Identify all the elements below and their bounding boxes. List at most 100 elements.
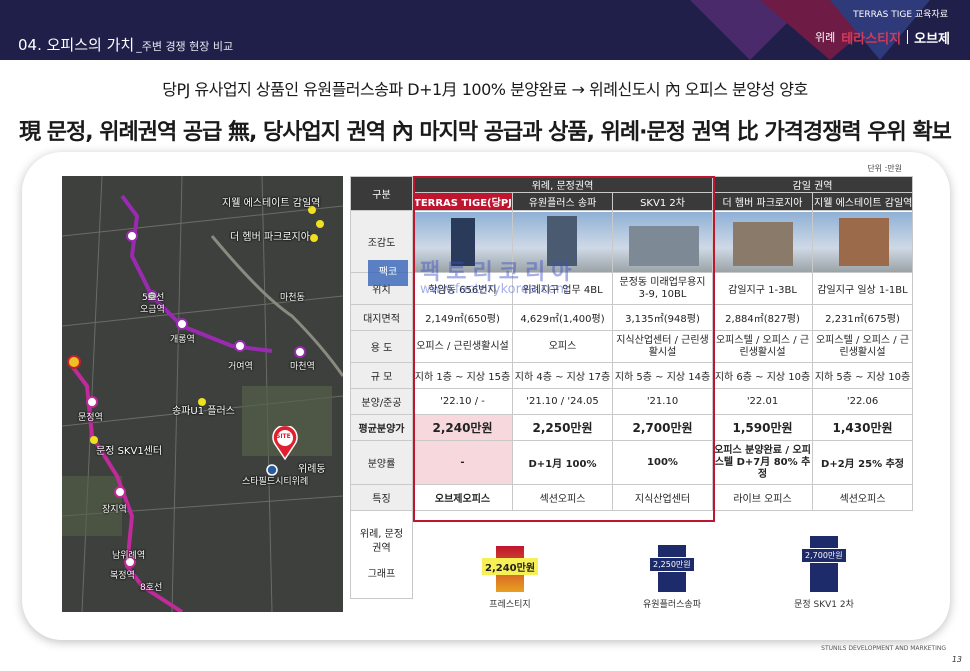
cell-feature: 섹션오피스 bbox=[512, 484, 613, 511]
row-label-location: 위치 bbox=[350, 272, 413, 305]
header-category: 구분 bbox=[350, 176, 413, 211]
header-project-hemver: 더 헴버 파크로지아 bbox=[712, 192, 814, 211]
map-label-munjeong: 문정역 bbox=[78, 413, 103, 423]
map-label-wirye-dong: 위례동 bbox=[298, 464, 326, 475]
header-project-yuwon: 유원플러스 송파 bbox=[512, 192, 613, 211]
row-label-photo: 조감도 bbox=[350, 210, 413, 273]
row-label-scale: 규 모 bbox=[350, 362, 413, 389]
unit-label: 단위 :만원 bbox=[867, 164, 902, 173]
footer-company: STUNILS DEVELOPMENT AND MARKETING bbox=[821, 645, 946, 652]
cell-use: 오피스 / 근린생활시설 bbox=[412, 330, 513, 363]
map-label-line8: 8호선 bbox=[140, 583, 163, 593]
cell-feature: 오브제오피스 bbox=[412, 484, 513, 511]
cell-location: 문정동 미래업무용지 3-9, 10BL bbox=[611, 272, 714, 305]
cell-rate: 오피스 분양완료 / 오피스텔 D+7月 80% 추정 bbox=[712, 440, 814, 485]
header-project-skv1: SKV1 2차 bbox=[611, 192, 714, 211]
brand-logo: 위례 테라스티지 오브제 bbox=[815, 28, 950, 47]
row-label-price: 평균분양가 bbox=[350, 414, 413, 441]
cell-rate: 100% bbox=[611, 440, 714, 485]
map-label-songpa-u1: 송파U1 플러스 bbox=[172, 406, 235, 417]
cell-date: '22.01 bbox=[712, 388, 814, 415]
chart-category-label: 유원플러스송파 bbox=[643, 600, 701, 610]
brand-divider bbox=[907, 30, 909, 44]
map-label-namwirye: 남위례역 bbox=[112, 551, 146, 561]
chart-bar bbox=[810, 536, 838, 592]
row-label-land: 대지면적 bbox=[350, 304, 413, 331]
header-bar: 04. 오피스의 가치 _주변 경쟁 현장 비교 TERRAS TIGE 교육자료… bbox=[0, 0, 970, 60]
page-title: 04. 오피스의 가치 _주변 경쟁 현장 비교 bbox=[18, 36, 234, 54]
doc-label: TERRAS TIGE 교육자료 bbox=[853, 10, 948, 20]
cell-feature: 라이브 오피스 bbox=[712, 484, 814, 511]
cell-land: 2,149㎡(650평) bbox=[412, 304, 513, 331]
graph-label-line2: 권역 bbox=[372, 542, 391, 554]
cell-land: 4,629㎡(1,400평) bbox=[512, 304, 613, 331]
chart-value-label: 2,700만원 bbox=[801, 548, 847, 563]
header-project-terras: TERRAS TIGE(당PJ) bbox=[412, 192, 513, 211]
page-number: 13 bbox=[951, 655, 962, 664]
map-label-macheon: 마천역 bbox=[290, 362, 315, 372]
map-label-starfield: 스타필드시티위례 bbox=[242, 477, 309, 487]
cell-date: '21.10 bbox=[611, 388, 714, 415]
cell-scale: 지하 1층 ~ 지상 15층 bbox=[412, 362, 513, 389]
cell-rate: D+2月 25% 추정 bbox=[812, 440, 914, 485]
map-label-jiwell: 지웰 에스테이트 감일역 bbox=[222, 198, 321, 209]
map-label-macheon-dong: 마천동 bbox=[280, 293, 305, 303]
row-label-feature: 특징 bbox=[350, 484, 413, 511]
cell-use: 지식산업센터 / 근린생활시설 bbox=[611, 330, 714, 363]
cell-use: 오피스텔 / 오피스 / 근린생활시설 bbox=[812, 330, 914, 363]
chart-category-label: 프레스티지 bbox=[489, 600, 531, 610]
map-label-jangji: 장지역 bbox=[102, 505, 127, 515]
cell-price: 1,590만원 bbox=[712, 414, 814, 441]
cell-land: 2,884㎡(827평) bbox=[712, 304, 814, 331]
cell-scale: 지하 5층 ~ 지상 14층 bbox=[611, 362, 714, 389]
cell-use: 오피스 bbox=[512, 330, 613, 363]
photo-skv1 bbox=[611, 210, 714, 273]
price-bar-chart: 2,240만원 프레스티지 2,250만원 유원플러스송파 2,700만원 문정 SKV1… bbox=[410, 526, 912, 612]
photo-jiwell bbox=[812, 210, 914, 273]
chart-category-label: 문정 SKV1 2차 bbox=[794, 600, 854, 610]
cell-feature: 지식산업센터 bbox=[611, 484, 714, 511]
header-project-jiwell: 지웰 에스테이트 감일역 bbox=[812, 192, 914, 211]
map-label-bokjeong: 복정역 bbox=[110, 571, 135, 581]
cell-rate: - bbox=[412, 440, 513, 485]
cell-price: 2,250만원 bbox=[512, 414, 613, 441]
page-subtitle: _주변 경쟁 현장 비교 bbox=[136, 40, 234, 53]
cell-land: 3,135㎡(948평) bbox=[611, 304, 714, 331]
cell-date: '22.10 / - bbox=[412, 388, 513, 415]
row-label-graph: 위례, 문정 권역 그래프 bbox=[350, 510, 413, 599]
cell-location: 감일지구 1-3BL bbox=[712, 272, 814, 305]
row-label-rate: 분양률 bbox=[350, 440, 413, 485]
satellite-map: 지웰 에스테이트 감일역 더 헴버 파크로지아 송파U1 플러스 문정 SKV1… bbox=[62, 176, 343, 612]
cell-date: '21.10 / '24.05 bbox=[512, 388, 613, 415]
photo-hemver bbox=[712, 210, 814, 273]
cell-location: 위례지구 업무 4BL bbox=[512, 272, 613, 305]
cell-rate: D+1月 100% bbox=[512, 440, 613, 485]
cell-feature: 섹션오피스 bbox=[812, 484, 914, 511]
site-pin-icon: SITE bbox=[272, 424, 298, 461]
map-label-ogeum: 오금역 bbox=[140, 305, 165, 315]
map-label-geoyeo: 거여역 bbox=[228, 362, 253, 372]
map-label-skv1: 문정 SKV1센터 bbox=[96, 446, 163, 457]
photo-yuwon bbox=[512, 210, 613, 273]
site-pin-label: SITE bbox=[276, 433, 291, 440]
brand-obje: 오브제 bbox=[914, 31, 950, 47]
map-label-hemver: 더 헴버 파크로지아 bbox=[230, 232, 310, 243]
cell-scale: 지하 5층 ~ 지상 10층 bbox=[812, 362, 914, 389]
cell-location: 감일지구 일상 1-1BL bbox=[812, 272, 914, 305]
graph-label-line3: 그래프 bbox=[367, 568, 396, 580]
cell-scale: 지하 4층 ~ 지상 17층 bbox=[512, 362, 613, 389]
headline-primary: 당PJ 유사업지 상품인 유원플러스송파 D+1月 100% 분양완료 → 위례… bbox=[162, 80, 808, 99]
brand-terras: 테라스티지 bbox=[841, 31, 902, 47]
row-label-date: 분양/준공 bbox=[350, 388, 413, 415]
cell-price: 1,430만원 bbox=[812, 414, 914, 441]
cell-price: 2,240만원 bbox=[412, 414, 513, 441]
photo-terras bbox=[412, 210, 513, 273]
row-label-use: 용 도 bbox=[350, 330, 413, 363]
map-label-gaerong: 개롱역 bbox=[170, 335, 195, 345]
header-gamil-group: 감일 권역 bbox=[712, 176, 914, 193]
headline-secondary: 現 문정, 위례권역 공급 無, 당사업지 권역 內 마지막 공급과 상품, 위… bbox=[19, 120, 952, 145]
cell-date: '22.06 bbox=[812, 388, 914, 415]
cell-land: 2,231㎡(675평) bbox=[812, 304, 914, 331]
chart-value-label: 2,250만원 bbox=[649, 557, 695, 572]
cell-location: 학암동 656번지 bbox=[412, 272, 513, 305]
